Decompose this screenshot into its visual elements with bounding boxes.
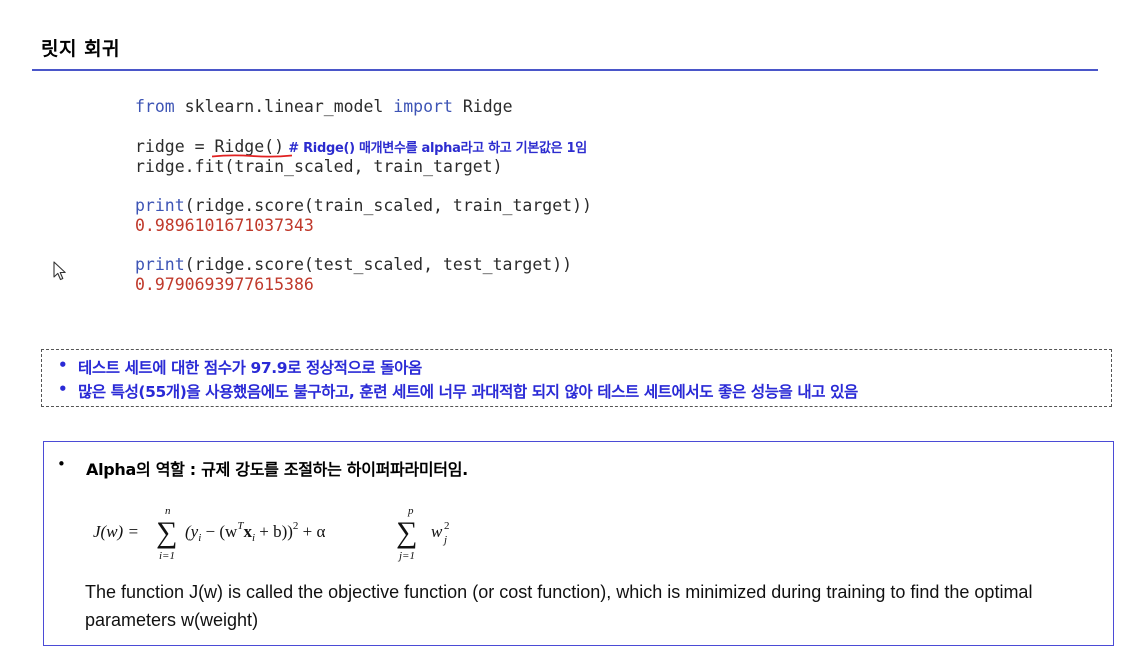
formula-w-sub: j <box>442 534 447 546</box>
alpha-explanation-box: • Alpha의 역할 : 규제 강도를 조절하는 하이퍼파라미터임. J(w)… <box>43 441 1114 646</box>
code-assign-line: ridge = Ridge() # Ridge() 매개변수를 alpha라고 … <box>135 137 587 159</box>
code-print-train-args: (ridge.score(train_scaled, train_target)… <box>184 196 592 215</box>
ridge-objective-formula: J(w) = n ∑ i=1 (yi − (wTxi + b))2 + α p … <box>93 505 450 562</box>
formula-sigma: ∑ <box>156 516 177 549</box>
note-item: 테스트 세트에 대한 점수가 97.9로 정상적으로 돌아옴 <box>78 359 422 377</box>
title-divider <box>32 69 1098 71</box>
formula-lhs: J(w) = <box>93 522 139 541</box>
code-test-score-output: 0.9790693977615386 <box>135 275 314 294</box>
formula-w-sup: 2 <box>444 520 450 532</box>
code-import-line: from sklearn.linear_model import Ridge <box>135 97 513 117</box>
code-print-test-line: print(ridge.score(test_scaled, test_targ… <box>135 255 572 275</box>
slide-title: 릿지 회귀 <box>41 38 121 60</box>
code-print-train-line: print(ridge.score(train_scaled, train_ta… <box>135 196 592 216</box>
code-ridge-call: Ridge() <box>212 137 293 158</box>
code-fit-line: ridge.fit(train_scaled, train_target) <box>135 157 503 176</box>
formula-sum1-bottom: i=1 <box>159 550 175 562</box>
code-print-test-args: (ridge.score(test_scaled, test_target)) <box>184 255 573 274</box>
code-module: sklearn.linear_model <box>174 97 394 116</box>
code-train-score-output: 0.9896101671037343 <box>135 216 314 235</box>
alpha-heading: Alpha의 역할 : 규제 강도를 조절하는 하이퍼파라미터임. <box>86 460 468 479</box>
mouse-pointer-icon <box>53 261 66 281</box>
code-keyword-import: import <box>393 97 453 116</box>
formula-sum2-bottom: j=1 <box>397 550 415 562</box>
formula-body-left: (yi − (wTxi + b))2 + α <box>185 520 326 544</box>
code-import-name: Ridge <box>452 97 513 116</box>
code-print-keyword: print <box>135 255 185 274</box>
code-assign-prefix: ridge = <box>135 137 215 156</box>
formula-description: The function J(w) is called the objectiv… <box>85 582 1033 630</box>
note-bullet: • <box>58 380 68 398</box>
note-bullet: • <box>58 356 68 374</box>
code-print-keyword: print <box>135 196 185 215</box>
formula-sigma: ∑ <box>396 516 417 549</box>
formula-w: w <box>431 522 443 541</box>
code-keyword-from: from <box>135 97 175 116</box>
note-item: 많은 특성(55개)을 사용했음에도 불구하고, 훈련 세트에 너무 과대적합 … <box>78 383 858 401</box>
alpha-bullet: • <box>57 455 66 473</box>
code-comment: # Ridge() 매개변수를 alpha라고 하고 기본값은 1임 <box>284 141 587 156</box>
notes-box: • 테스트 세트에 대한 점수가 97.9로 정상적으로 돌아옴 • 많은 특성… <box>41 349 1112 407</box>
